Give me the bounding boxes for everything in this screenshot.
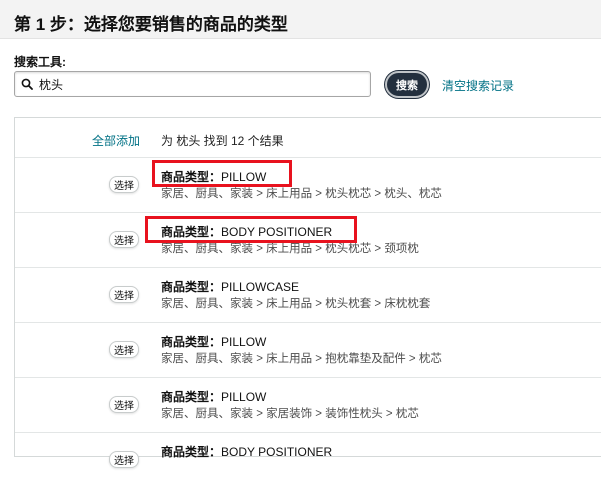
product-type-value: PILLOW: [221, 335, 267, 349]
product-type: 商品类型：PILLOW: [161, 333, 266, 350]
product-type-label: 商品类型：: [161, 335, 222, 349]
page-title: 第 1 步：选择您要销售的商品的类型: [14, 15, 288, 34]
product-type-label: 商品类型：: [161, 280, 222, 294]
select-button[interactable]: 选择: [109, 451, 139, 468]
product-type: 商品类型：BODY POSITIONER: [161, 443, 332, 460]
select-button[interactable]: 选择: [109, 286, 139, 303]
search-label: 搜索工具:: [14, 55, 66, 69]
add-all-link[interactable]: 全部添加: [92, 132, 140, 149]
search-icon: [21, 78, 33, 90]
results-panel: 全部添加 为 枕头 找到 12 个结果 选择 商品类型：PILLOW 家居、厨具…: [14, 117, 601, 468]
category-path: 家居、厨具、家装 > 床上用品 > 枕头枕套 > 床枕枕套: [161, 298, 431, 310]
select-button[interactable]: 选择: [109, 341, 139, 358]
result-row: 选择 商品类型：BODY POSITIONER: [15, 433, 601, 487]
product-type-label: 商品类型：: [161, 445, 222, 459]
search-input[interactable]: [39, 77, 359, 91]
search-button[interactable]: 搜索: [385, 71, 429, 98]
highlight-box-body-positioner: [145, 216, 357, 243]
product-type-value: PILLOW: [221, 390, 267, 404]
highlight-box-pillow: [152, 160, 292, 187]
results-summary: 为 枕头 找到 12 个结果: [161, 134, 284, 148]
select-button[interactable]: 选择: [109, 396, 139, 413]
product-type-label: 商品类型：: [161, 390, 222, 404]
results-header: 全部添加 为 枕头 找到 12 个结果: [15, 118, 601, 158]
product-type: 商品类型：PILLOW: [161, 388, 266, 405]
product-type-value: PILLOWCASE: [221, 280, 300, 294]
category-path: 家居、厨具、家装 > 床上用品 > 枕头枕芯 > 枕头、枕芯: [161, 188, 442, 200]
select-button[interactable]: 选择: [109, 231, 139, 248]
select-button[interactable]: 选择: [109, 176, 139, 193]
product-type: 商品类型：PILLOWCASE: [161, 278, 299, 295]
search-box[interactable]: [14, 71, 371, 97]
result-row: 选择 商品类型：PILLOWCASE 家居、厨具、家装 > 床上用品 > 枕头枕…: [15, 268, 601, 323]
result-row: 选择 商品类型：PILLOW 家居、厨具、家装 > 床上用品 > 抱枕靠垫及配件…: [15, 323, 601, 378]
clear-search-history-link[interactable]: 清空搜索记录: [442, 77, 514, 94]
step-header: 第 1 步：选择您要销售的商品的类型: [0, 0, 601, 39]
category-path: 家居、厨具、家装 > 家居装饰 > 装饰性枕头 > 枕芯: [161, 408, 419, 420]
category-path: 家居、厨具、家装 > 床上用品 > 抱枕靠垫及配件 > 枕芯: [161, 353, 442, 365]
result-row: 选择 商品类型：PILLOW 家居、厨具、家装 > 床上用品 > 枕头枕芯 > …: [15, 158, 601, 213]
result-row: 选择 商品类型：PILLOW 家居、厨具、家装 > 家居装饰 > 装饰性枕头 >…: [15, 378, 601, 433]
product-type-value: BODY POSITIONER: [221, 445, 333, 459]
